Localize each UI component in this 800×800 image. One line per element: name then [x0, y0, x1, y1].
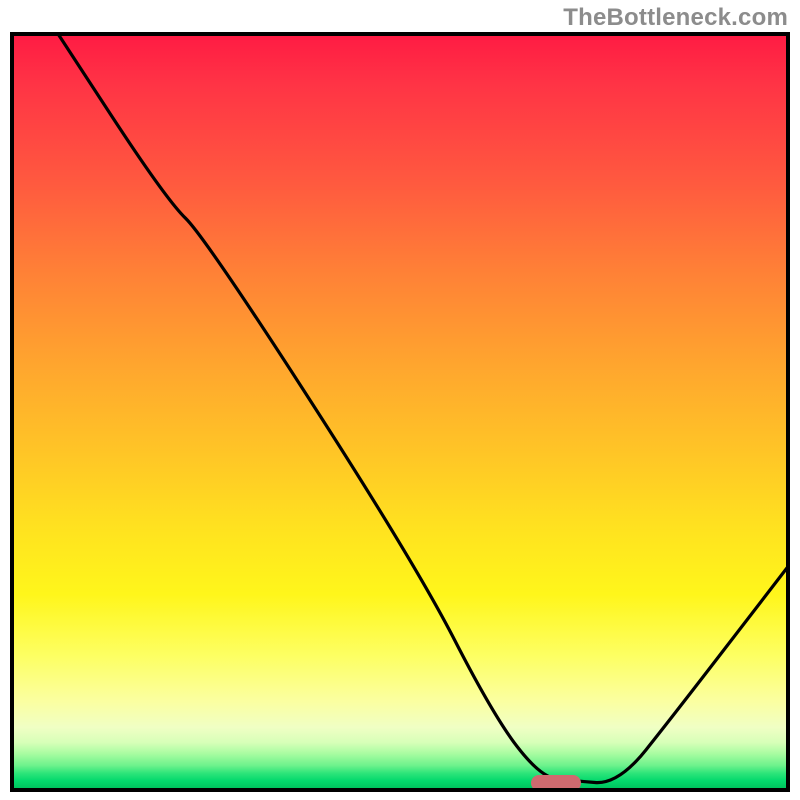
- curve-layer: [10, 32, 790, 792]
- plot-frame: [10, 32, 790, 792]
- chart-container: TheBottleneck.com: [0, 0, 800, 800]
- bottleneck-curve: [57, 32, 790, 783]
- optimal-marker: [531, 775, 581, 791]
- watermark-text: TheBottleneck.com: [563, 4, 788, 32]
